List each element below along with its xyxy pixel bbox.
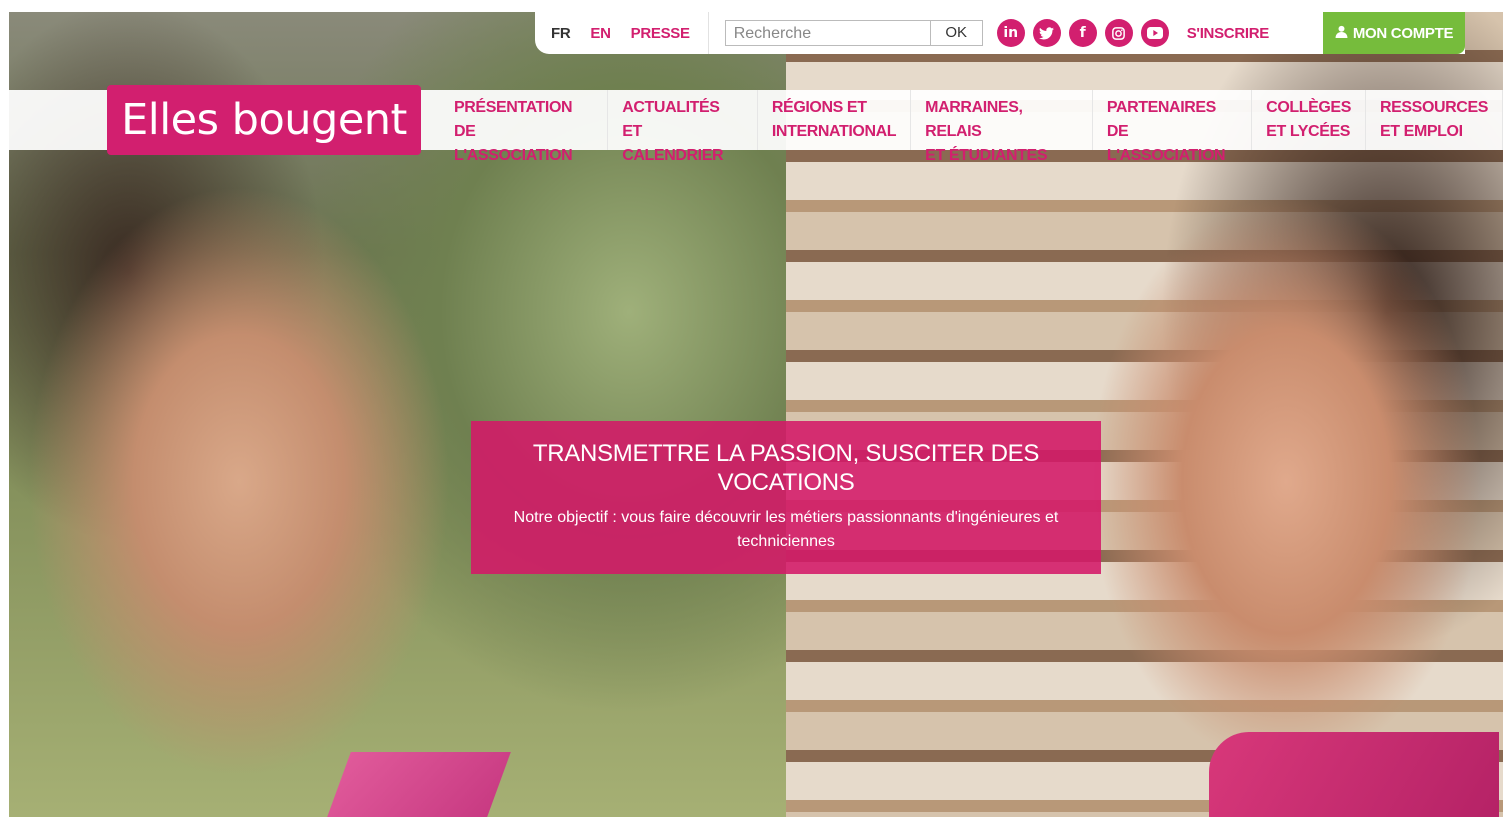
nav-item-partenaires[interactable]: PARTENAIRES DE L'ASSOCIATION xyxy=(1093,90,1253,164)
nav-item-colleges[interactable]: COLLÈGES ET LYCÉES xyxy=(1252,90,1366,150)
logo-text: Elles bougent xyxy=(121,95,407,145)
site-logo[interactable]: Elles bougent xyxy=(107,85,421,155)
social-links: in f xyxy=(996,19,1177,47)
nav-item-actualites[interactable]: ACTUALITÉS ET CALENDRIER xyxy=(608,90,758,164)
search-button[interactable]: OK xyxy=(930,20,983,46)
main-nav: PRÉSENTATION DE L'ASSOCIATION ACTUALITÉS… xyxy=(440,90,1503,164)
press-link[interactable]: PRESSE xyxy=(621,25,700,42)
lang-fr-link[interactable]: FR xyxy=(541,25,580,42)
nav-item-marraines[interactable]: MARRAINES, RELAIS ET ÉTUDIANTES xyxy=(911,90,1093,164)
nav-item-ressources[interactable]: RESSOURCES ET EMPLOI xyxy=(1366,90,1503,150)
search-input[interactable]: Recherche xyxy=(724,20,931,46)
divider xyxy=(707,12,709,54)
utility-bar: FR EN PRESSE Recherche OK in f S'INSCRIR… xyxy=(535,12,1465,54)
person-icon xyxy=(1335,25,1348,42)
facebook-icon[interactable]: f xyxy=(1068,19,1097,47)
nav-item-regions[interactable]: RÉGIONS ET INTERNATIONAL xyxy=(758,90,912,150)
hero-banner: TRANSMETTRE LA PASSION, SUSCITER DES VOC… xyxy=(471,421,1101,574)
signup-link[interactable]: S'INSCRIRE xyxy=(1187,25,1270,42)
banner-title: TRANSMETTRE LA PASSION, SUSCITER DES VOC… xyxy=(532,440,1040,496)
youtube-icon[interactable] xyxy=(1140,19,1169,47)
linkedin-icon[interactable]: in xyxy=(996,19,1025,47)
hero-decor xyxy=(1209,732,1499,817)
search-form: Recherche OK xyxy=(724,20,983,46)
hero-decor xyxy=(327,752,511,817)
account-button[interactable]: MON COMPTE xyxy=(1323,12,1465,54)
lang-en-link[interactable]: EN xyxy=(580,25,620,42)
twitter-icon[interactable] xyxy=(1032,19,1061,47)
account-label: MON COMPTE xyxy=(1352,24,1454,42)
instagram-icon[interactable] xyxy=(1104,19,1133,47)
nav-item-presentation[interactable]: PRÉSENTATION DE L'ASSOCIATION xyxy=(440,90,609,164)
banner-subtitle: Notre objectif : vous faire découvrir le… xyxy=(513,509,1059,550)
